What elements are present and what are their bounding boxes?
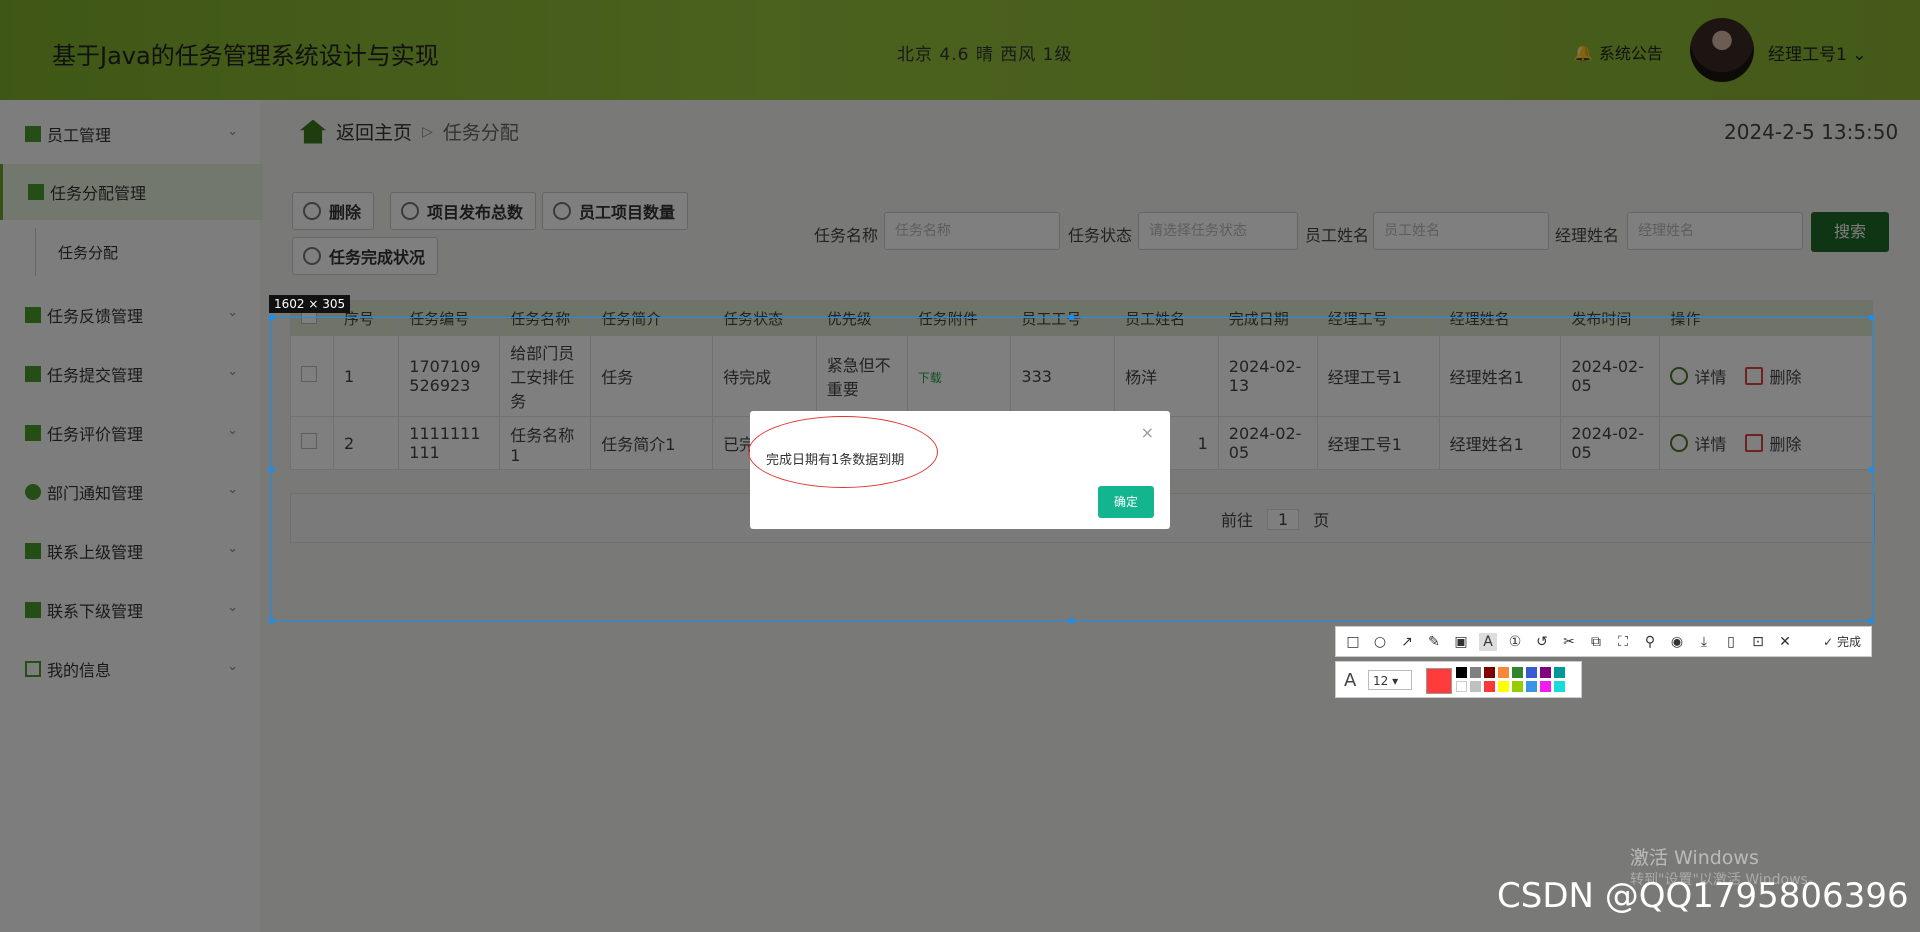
cancel-icon[interactable]: ✕ (1776, 633, 1794, 651)
color-swatch[interactable] (1540, 667, 1551, 678)
windows-activation-title: 激活 Windows (1630, 847, 1759, 869)
rectangle-icon[interactable]: □ (1344, 633, 1362, 651)
download-icon[interactable]: ⤓ (1695, 633, 1713, 651)
text-icon[interactable]: A (1479, 632, 1497, 651)
resize-handle[interactable] (269, 467, 274, 472)
font-icon: A (1344, 670, 1357, 691)
resize-handle[interactable] (1869, 315, 1874, 320)
finish-button[interactable]: ✓ 完成 (1823, 633, 1861, 650)
pencil-icon[interactable]: ✎ (1425, 633, 1443, 651)
current-color-swatch[interactable] (1426, 668, 1452, 694)
undo-icon[interactable]: ↺ (1533, 633, 1551, 651)
color-swatch[interactable] (1512, 667, 1523, 678)
color-swatch[interactable] (1484, 667, 1495, 678)
capture-toolbar: □ ○ ↗ ✎ ▣ A ① ↺ ✂ ⧉ ⛶ ⚲ ◉ ⤓ ▯ ⊡ ✕ ✓ 完成 (1335, 626, 1872, 657)
resize-handle[interactable] (1069, 315, 1074, 320)
pin-icon[interactable]: ⚲ (1641, 633, 1659, 651)
record-icon[interactable]: ◉ (1668, 633, 1686, 651)
color-swatch[interactable] (1554, 667, 1565, 678)
color-swatch[interactable] (1540, 681, 1551, 692)
color-palette: A 12 ▾ (1335, 661, 1582, 698)
ocr-icon[interactable]: ⧉ (1587, 633, 1605, 651)
capture-selection-frame[interactable] (271, 317, 1873, 622)
resize-handle[interactable] (1869, 467, 1874, 472)
color-swatch[interactable] (1456, 681, 1467, 692)
color-swatch[interactable] (1512, 681, 1523, 692)
circle-icon[interactable]: ○ (1371, 633, 1389, 651)
bookmark-icon[interactable]: ⊡ (1749, 633, 1767, 651)
resize-handle[interactable] (1069, 618, 1074, 623)
phone-icon[interactable]: ▯ (1722, 633, 1740, 651)
resize-handle[interactable] (269, 618, 274, 623)
resize-handle[interactable] (1869, 618, 1874, 623)
mosaic-icon[interactable]: ▣ (1452, 633, 1470, 651)
capture-size-label: 1602 × 305 (269, 295, 351, 313)
fullscreen-icon[interactable]: ⛶ (1614, 633, 1632, 651)
color-swatch[interactable] (1498, 681, 1509, 692)
color-swatch[interactable] (1456, 667, 1467, 678)
color-swatch[interactable] (1554, 681, 1565, 692)
color-swatch[interactable] (1526, 667, 1537, 678)
scissor-icon[interactable]: ✂ (1560, 633, 1578, 651)
color-swatch[interactable] (1470, 667, 1481, 678)
color-swatch[interactable] (1498, 667, 1509, 678)
color-swatch[interactable] (1484, 681, 1495, 692)
csdn-watermark: CSDN @QQ1795806396 (1497, 876, 1909, 916)
resize-handle[interactable] (269, 315, 274, 320)
font-size-select[interactable]: 12 ▾ (1368, 670, 1412, 690)
arrow-icon[interactable]: ↗ (1398, 633, 1416, 651)
number-icon[interactable]: ① (1506, 633, 1524, 651)
color-swatch[interactable] (1470, 681, 1481, 692)
color-swatch[interactable] (1526, 681, 1537, 692)
